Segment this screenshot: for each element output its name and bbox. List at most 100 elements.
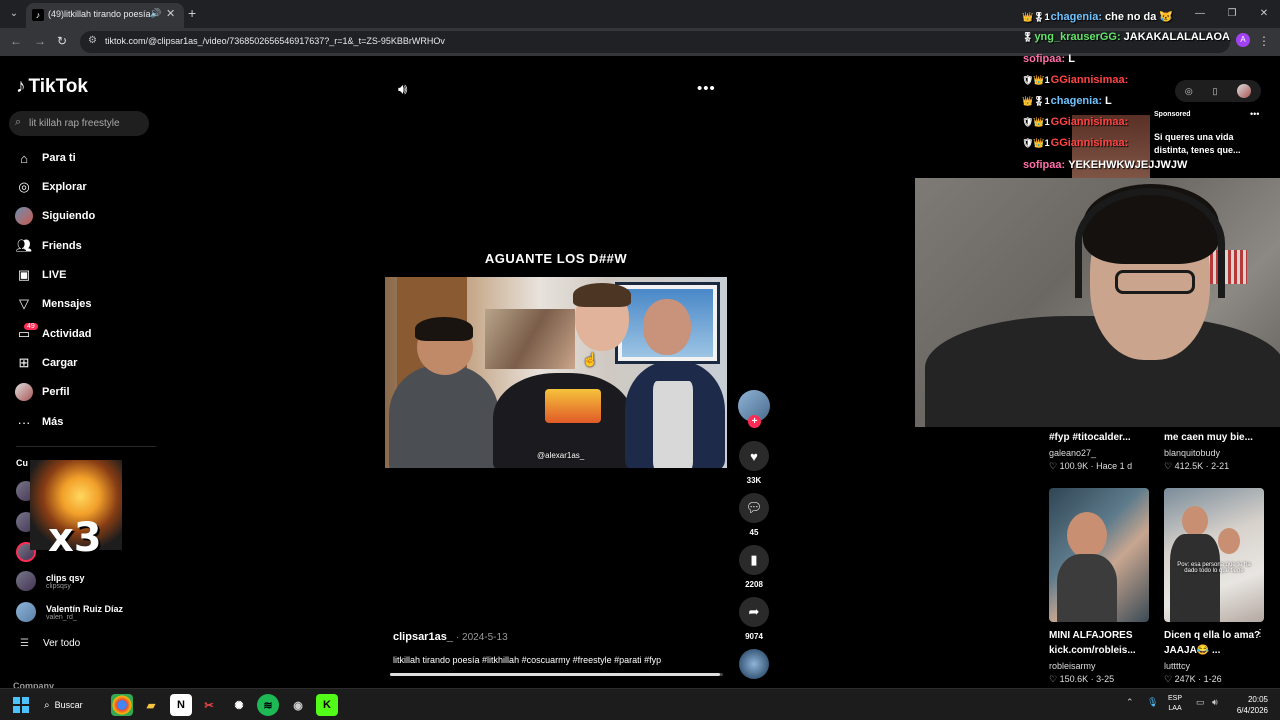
send-icon: ▽ — [19, 296, 29, 311]
rec-author[interactable]: blanquitobudy — [1164, 448, 1220, 458]
account-item-valentin[interactable]: Valentín Ruiz Díaz valen_rd_ — [16, 602, 123, 622]
save-button[interactable]: ▮ — [739, 545, 769, 575]
chat-badges-icon: 🛡👑1 — [1022, 117, 1050, 127]
search-input[interactable] — [29, 114, 144, 132]
notion-icon[interactable]: N — [170, 694, 192, 716]
chat-message: sofipaa: L — [1022, 53, 1075, 69]
spotify-icon[interactable]: ≋ — [257, 694, 279, 716]
nav-item-cargar[interactable]: ⊞ Cargar — [15, 352, 78, 374]
share-icon: ➦ — [748, 604, 760, 619]
thumb-person — [1182, 506, 1208, 536]
video-options-icon[interactable]: ••• — [697, 80, 716, 97]
obs-icon[interactable]: ◉ — [287, 694, 309, 716]
rec-menu-icon[interactable]: ⋮ — [1255, 628, 1265, 639]
rec-title[interactable]: MINI ALFAJORES kick.com/robleis... — [1049, 628, 1154, 658]
rec-author[interactable]: robleisarmy — [1049, 661, 1096, 671]
reload-icon[interactable]: ↻ — [57, 34, 67, 48]
url-text[interactable]: tiktok.com/@clipsar1as_/video/7368502656… — [105, 36, 445, 46]
tab-search-icon[interactable]: ⌄ — [6, 6, 22, 22]
chrome-icon[interactable] — [111, 694, 133, 716]
speaker-icon[interactable]: 🔊 — [150, 8, 161, 19]
site-info-icon[interactable]: ⚙ — [88, 35, 97, 46]
search-box: ⌕ — [9, 111, 149, 136]
caption-author[interactable]: clipsar1as_ · 2024-5-13 — [393, 631, 508, 643]
chat-message: 🛡👑1GGiannisimaa: — [1022, 74, 1131, 90]
nav-item-explorar[interactable]: ◎ Explorar — [15, 176, 86, 198]
view-count: 412.5K — [1174, 461, 1204, 471]
rec-title[interactable]: #fyp #titocalder... — [1049, 430, 1131, 445]
rec-title[interactable]: me caen muy bie... — [1164, 430, 1253, 445]
mouse-cursor-icon: ☝ — [582, 352, 599, 367]
thumb-person — [1067, 512, 1107, 558]
windows-start-icon[interactable] — [13, 697, 29, 713]
nav-item-siguiendo[interactable]: Siguiendo — [15, 205, 95, 227]
browser-tab[interactable]: ♪ (49)litkillah tirando poesía 🔊 ✕ — [26, 3, 184, 28]
nav-item-perfil[interactable]: Perfil — [15, 381, 70, 403]
profile-avatar-icon — [15, 383, 33, 401]
new-tab-button[interactable]: + — [188, 5, 196, 21]
chat-username: GGiannisimaa: — [1050, 116, 1129, 128]
activity-icon: ▭ 49 — [15, 323, 38, 343]
music-disc-icon[interactable] — [739, 649, 769, 679]
clock[interactable]: 20:05 6/4/2026 — [1226, 694, 1268, 716]
sidebar: ♪TikTok ⌕ ⌂ Para ti ◎ Explorar Siguiendo 👥… — [0, 56, 160, 691]
follow-plus-icon[interactable]: + — [748, 415, 761, 428]
tiktok-logo[interactable]: ♪ TikTok — [16, 76, 88, 98]
share-button[interactable]: ➦ — [739, 597, 769, 627]
rec-author[interactable]: galeano27_ — [1049, 448, 1096, 458]
volume-icon[interactable]: 🔊︎ — [398, 81, 407, 98]
nav-label: Cargar — [42, 357, 78, 369]
close-icon[interactable]: ✕ — [166, 7, 175, 20]
view-count: 100.9K — [1059, 461, 1089, 471]
thumb-person-body — [1057, 554, 1117, 622]
nav-item-actividad[interactable]: ▭ 49 Actividad — [15, 323, 92, 345]
like-button[interactable]: ♥ — [739, 441, 769, 471]
person-left-hair — [415, 317, 473, 341]
tray-chevron-icon[interactable]: ⌃ — [1126, 697, 1134, 708]
rec-title[interactable]: Dicen q ella lo ama? JAAJA😂 ... — [1164, 628, 1264, 658]
chat-message: 🎖yng_krauserGG: JAKAKALALALAOA — [1022, 31, 1230, 47]
microphone-icon[interactable]: 🎙︎ — [1147, 697, 1158, 708]
folder-icon[interactable]: ▰ — [140, 694, 162, 716]
author-name[interactable]: clipsar1as_ — [393, 631, 453, 643]
home-icon: ⌂ — [20, 150, 28, 166]
chat-text: JAKAKALALALAOA — [1123, 31, 1230, 43]
nav-label: Mensajes — [42, 298, 92, 310]
volume-tray-icon[interactable]: 🔊︎ — [1212, 697, 1218, 708]
back-icon[interactable]: ← — [10, 34, 22, 48]
kick-icon[interactable]: K — [316, 694, 338, 716]
nav-item-mas[interactable]: ··· Más — [15, 411, 64, 433]
language-indicator[interactable]: ESP LAA — [1168, 694, 1182, 714]
person-right-face — [643, 299, 691, 355]
upload-icon: ⊞ — [18, 355, 30, 370]
keyboard-layout: LAA — [1168, 705, 1182, 712]
nav-item-mensajes[interactable]: ▽ Mensajes — [15, 293, 92, 315]
progress-fill — [390, 673, 720, 676]
video-player[interactable]: @alexar1as_ — [385, 277, 727, 468]
rec-thumbnail[interactable]: Pov: esa persona que te ha dado todo lo … — [1164, 488, 1264, 622]
taskbar-search[interactable]: ⌕ Buscar — [44, 694, 104, 716]
view-count: 247K — [1174, 674, 1196, 684]
save-count: 2208 — [745, 580, 763, 589]
video-progress-bar[interactable] — [390, 673, 723, 676]
network-icon[interactable]: ▭ — [1196, 697, 1205, 708]
divider — [16, 446, 156, 447]
nav-item-para-ti[interactable]: ⌂ Para ti — [15, 147, 76, 169]
rec-author[interactable]: luttttcy — [1164, 661, 1190, 671]
comment-icon: 💬︎ — [745, 500, 763, 515]
forward-icon[interactable]: → — [34, 34, 46, 48]
screen: ⌄ ♪ (49)litkillah tirando poesía 🔊 ✕ + —… — [0, 0, 1280, 720]
friends-icon: 👥︎ — [15, 238, 33, 253]
nav-item-live[interactable]: ▣ LIVE — [15, 264, 67, 286]
see-all-link[interactable]: ☰ Ver todo — [20, 638, 80, 649]
snipping-icon[interactable]: ✂ — [198, 694, 220, 716]
share-count: 9074 — [745, 632, 763, 641]
chat-message: sofipaa: YEKEHWKWJEJJWJW — [1022, 159, 1187, 175]
comment-button[interactable]: 💬︎ — [739, 493, 769, 523]
nav-item-friends[interactable]: 👥︎ Friends — [15, 235, 82, 257]
account-item-clips-qsy[interactable]: clips qsy clipsqsy — [16, 571, 85, 591]
rec-thumbnail[interactable] — [1049, 488, 1149, 622]
chatgpt-icon[interactable]: ✺ — [228, 694, 250, 716]
avatar — [16, 571, 36, 591]
live-icon: ▣ — [17, 267, 31, 282]
